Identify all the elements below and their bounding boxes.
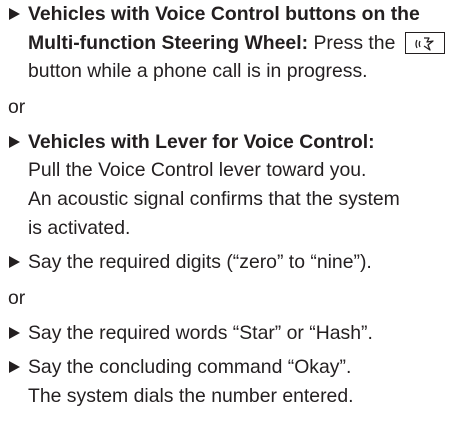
step-result-text: The system dials the number entered. xyxy=(28,384,354,407)
step-text: An acoustic signal confirms that the sys… xyxy=(28,187,400,210)
step-arrow-icon xyxy=(9,8,20,20)
step-concluding-command: Say the concluding command “Okay”. The s… xyxy=(8,353,470,410)
step-text: Say the required words “Star” or “Hash”. xyxy=(28,321,373,344)
step-arrow-icon xyxy=(9,326,20,339)
step-voice-control-lever: Vehicles with Lever for Voice Control: P… xyxy=(8,128,470,242)
step-say-words: Say the required words “Star” or “Hash”. xyxy=(8,319,470,348)
step-text: Pull the Voice Control lever toward you. xyxy=(28,159,367,182)
step-heading: Vehicles with Lever for Voice Control: xyxy=(28,130,375,153)
step-voice-control-button: Vehicles with Voice Control buttons on t… xyxy=(8,0,470,86)
step-text: Press the xyxy=(308,31,401,54)
or-separator: or xyxy=(8,95,26,118)
step-say-digits: Say the required digits (“zero” to “nine… xyxy=(8,248,470,277)
step-arrow-icon xyxy=(9,256,20,269)
step-text: button while a phone call is in progress… xyxy=(28,60,368,83)
or-separator: or xyxy=(8,286,26,309)
step-text: Say the concluding command “Okay”. xyxy=(28,356,352,379)
step-text: is activated. xyxy=(28,216,131,239)
step-arrow-icon xyxy=(9,361,20,374)
step-arrow-icon xyxy=(9,135,20,148)
voice-control-button-icon xyxy=(404,31,445,54)
instruction-page: Vehicles with Voice Control buttons on t… xyxy=(8,0,470,411)
step-text: Say the required digits (“zero” to “nine… xyxy=(28,251,372,274)
